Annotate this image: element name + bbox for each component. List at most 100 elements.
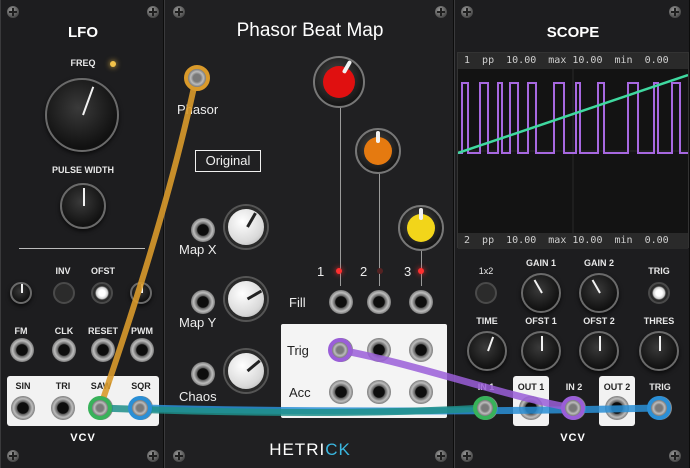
screw-icon: [461, 450, 473, 462]
chaos-label: Chaos: [179, 389, 217, 404]
pulse-width-label: PULSE WIDTH: [52, 165, 114, 175]
clk-input-jack[interactable]: [52, 338, 76, 362]
purple-plug-trig1[interactable]: [328, 338, 352, 362]
acc-1-output-jack[interactable]: [329, 380, 353, 404]
channel-2-label: 2: [360, 264, 368, 279]
screw-icon: [147, 6, 159, 18]
acc-label: Acc: [289, 385, 311, 400]
reset-input-jack[interactable]: [91, 338, 115, 362]
blue-plug-trig[interactable]: [647, 396, 671, 420]
lfo-title: LFO: [68, 24, 98, 41]
original-button-label: Original: [205, 153, 251, 168]
original-button[interactable]: Original: [195, 150, 261, 172]
thres-knob[interactable]: [639, 331, 679, 371]
map-y-knob[interactable]: [225, 278, 267, 320]
screw-icon: [7, 6, 19, 18]
green-plug-saw[interactable]: [88, 396, 112, 420]
purple-plug-in2[interactable]: [561, 396, 585, 420]
freq-led: [110, 61, 116, 67]
fill-guide-line-1: [340, 98, 341, 286]
map-x-cv-jack[interactable]: [191, 218, 215, 242]
gain-1-knob[interactable]: [521, 273, 561, 313]
sin-label: SIN: [15, 381, 31, 391]
out-1-jack[interactable]: [519, 396, 543, 420]
gain-2-knob[interactable]: [579, 273, 619, 313]
fm-input-jack[interactable]: [10, 338, 34, 362]
time-label: TIME: [476, 316, 498, 326]
sqr-label: SQR: [131, 381, 151, 391]
in-1-label: IN 1: [477, 382, 495, 392]
acc-3-output-jack[interactable]: [409, 380, 433, 404]
screw-icon: [173, 6, 185, 18]
hetrick-logo-a: HETRI: [269, 440, 326, 459]
orange-plug-phasor[interactable]: [184, 65, 210, 91]
trig-label: Trig: [287, 343, 309, 358]
chaos-knob[interactable]: [225, 350, 267, 392]
trig-3-output-jack[interactable]: [409, 338, 433, 362]
x2-button[interactable]: [475, 282, 497, 304]
map-x-knob[interactable]: [225, 206, 267, 248]
inv-label: INV: [55, 266, 71, 276]
reset-label: RESET: [87, 326, 118, 336]
screw-icon: [147, 450, 159, 462]
screw-icon: [669, 6, 681, 18]
ofst-1-knob[interactable]: [521, 331, 561, 371]
channel-2-led: [377, 268, 383, 274]
acc-2-output-jack[interactable]: [367, 380, 391, 404]
screw-icon: [7, 450, 19, 462]
x2-label: 1x2: [478, 266, 494, 276]
channel-3-led: [418, 268, 424, 274]
phasor-title: Phasor Beat Map: [236, 20, 384, 41]
hetrick-logo-b: CK: [325, 440, 351, 459]
map-y-cv-jack[interactable]: [191, 290, 215, 314]
fm-label: FM: [14, 326, 28, 336]
pulse-width-knob[interactable]: [60, 183, 106, 229]
fill-knob-1-cap: [323, 66, 355, 98]
sin-output-jack[interactable]: [11, 396, 35, 420]
trig-input-label: TRIG: [649, 382, 671, 392]
channel-1-led: [336, 268, 342, 274]
scope-title: SCOPE: [546, 24, 600, 41]
scope-channel-2-readout: 2 pp 10.00 max 10.00 min 0.00: [458, 233, 688, 249]
ofst-button[interactable]: [91, 282, 113, 304]
fill-knob-1[interactable]: [313, 56, 365, 108]
fm-trim-knob[interactable]: [10, 282, 32, 304]
chaos-cv-jack[interactable]: [191, 362, 215, 386]
freq-knob[interactable]: [45, 78, 119, 152]
ofst-2-knob[interactable]: [579, 331, 619, 371]
fill-3-cv-jack[interactable]: [409, 290, 433, 314]
pwm-input-jack[interactable]: [130, 338, 154, 362]
out-1-label: OUT 1: [517, 382, 545, 392]
channel-1-label: 1: [317, 264, 325, 279]
blue-plug-sqr[interactable]: [128, 396, 152, 420]
time-knob[interactable]: [467, 331, 507, 371]
fill-1-cv-jack[interactable]: [329, 290, 353, 314]
thres-label: THRES: [643, 316, 675, 326]
fill-knob-3[interactable]: [398, 205, 444, 251]
screw-icon: [435, 6, 447, 18]
fill-label: Fill: [289, 295, 306, 310]
ofst-1-label: OFST 1: [525, 316, 557, 326]
out-2-label: OUT 2: [603, 382, 631, 392]
trig-mode-button[interactable]: [648, 282, 670, 304]
out-2-jack[interactable]: [605, 396, 629, 420]
trig-2-output-jack[interactable]: [367, 338, 391, 362]
freq-label: FREQ: [70, 58, 96, 68]
clk-label: CLK: [54, 326, 74, 336]
teal-plug-in1[interactable]: [473, 396, 497, 420]
phasor-input-label: Phasor: [177, 102, 219, 117]
scope-display: 1 pp 10.00 max 10.00 min 0.00 2 pp 10.00…: [457, 52, 689, 249]
trig-mode-label: TRIG: [648, 266, 670, 276]
ofst-2-label: OFST 2: [583, 316, 615, 326]
tri-output-jack[interactable]: [51, 396, 75, 420]
pwm-label: PWM: [131, 326, 153, 336]
screw-icon: [461, 6, 473, 18]
fill-knob-2[interactable]: [355, 128, 401, 174]
inv-button[interactable]: [53, 282, 75, 304]
scope-traces: [458, 69, 688, 233]
tri-label: TRI: [55, 381, 71, 391]
scope-channel-1-readout: 1 pp 10.00 max 10.00 min 0.00: [458, 53, 688, 69]
in-2-label: IN 2: [565, 382, 583, 392]
fill-2-cv-jack[interactable]: [367, 290, 391, 314]
pwm-trim-knob[interactable]: [130, 282, 152, 304]
